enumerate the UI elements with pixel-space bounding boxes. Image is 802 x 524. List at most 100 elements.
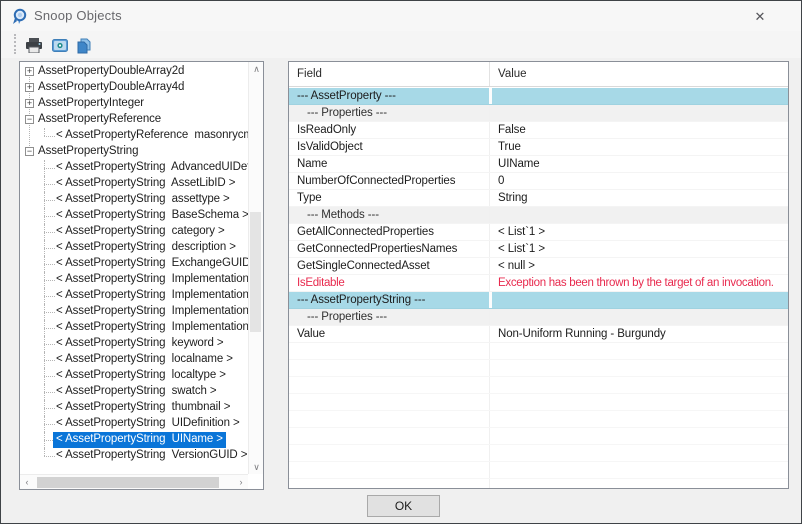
- tree-item[interactable]: < AssetPropertyString localname >: [20, 352, 248, 368]
- expand-icon[interactable]: +: [25, 67, 34, 76]
- field-cell: --- AssetPropertyString ---: [289, 292, 489, 308]
- image-icon: [52, 39, 68, 52]
- grid-row[interactable]: GetAllConnectedProperties< List`1 >: [289, 224, 788, 241]
- field-cell: [289, 479, 489, 488]
- print-button[interactable]: [23, 34, 45, 55]
- field-cell: [289, 411, 489, 427]
- scroll-right-icon[interactable]: ›: [234, 475, 248, 490]
- tree-item[interactable]: < AssetPropertyString UIDefinition >: [20, 416, 248, 432]
- tree-item[interactable]: +AssetPropertyDoubleArray4d: [20, 80, 248, 96]
- collapse-icon[interactable]: −: [25, 147, 34, 156]
- grid-empty-row: [289, 377, 788, 394]
- grid-empty-row: [289, 360, 788, 377]
- grid-row[interactable]: ValueNon-Uniform Running - Burgundy: [289, 326, 788, 343]
- tree-item[interactable]: +AssetPropertyDoubleArray2d: [20, 64, 248, 80]
- scroll-down-icon[interactable]: ∨: [249, 460, 264, 474]
- field-cell: IsReadOnly: [289, 122, 489, 138]
- tree-item[interactable]: < AssetPropertyString localtype >: [20, 368, 248, 384]
- tree-item[interactable]: < AssetPropertyReference masonrycmu: [20, 128, 248, 144]
- snoop-objects-window: Snoop Objects ✕: [0, 0, 802, 524]
- tree-item[interactable]: < AssetPropertyString thumbnail >: [20, 400, 248, 416]
- value-cell: [489, 309, 788, 325]
- vertical-scroll-thumb[interactable]: [250, 212, 261, 332]
- value-cell: [489, 479, 788, 488]
- snoop-app-icon: [11, 8, 28, 25]
- grid-row[interactable]: GetSingleConnectedAsset< null >: [289, 258, 788, 275]
- horizontal-scroll-thumb[interactable]: [37, 477, 219, 488]
- field-cell: Value: [289, 326, 489, 342]
- grid-row[interactable]: --- AssetPropertyString ---: [289, 292, 788, 309]
- grid-empty-row: [289, 343, 788, 360]
- value-cell: False: [489, 122, 788, 138]
- grid-row[interactable]: --- Methods ---: [289, 207, 788, 224]
- tree-item[interactable]: < AssetPropertyString keyword >: [20, 336, 248, 352]
- tree-item[interactable]: < AssetPropertyString AdvancedUIDefi: [20, 160, 248, 176]
- grid-row[interactable]: GetConnectedPropertiesNames< List`1 >: [289, 241, 788, 258]
- tree-item[interactable]: < AssetPropertyString ImplementationG: [20, 272, 248, 288]
- field-cell: [289, 428, 489, 444]
- grid-empty-row: [289, 462, 788, 479]
- grid-row[interactable]: IsValidObjectTrue: [289, 139, 788, 156]
- grid-row[interactable]: TypeString: [289, 190, 788, 207]
- value-cell: < null >: [489, 258, 788, 274]
- grid-rows: --- AssetProperty ------ Properties ---I…: [289, 88, 788, 488]
- expand-icon[interactable]: +: [25, 83, 34, 92]
- grid-row[interactable]: NumberOfConnectedProperties0: [289, 173, 788, 190]
- tree-vertical-scrollbar[interactable]: ∧ ∨: [248, 62, 263, 474]
- grid-row[interactable]: --- Properties ---: [289, 309, 788, 326]
- column-header-field[interactable]: Field: [289, 62, 489, 86]
- value-cell: [489, 88, 788, 104]
- collapse-icon[interactable]: −: [25, 115, 34, 124]
- scroll-up-icon[interactable]: ∧: [249, 62, 264, 76]
- value-cell: UIName: [489, 156, 788, 172]
- tree-item[interactable]: < AssetPropertyString description >: [20, 240, 248, 256]
- field-cell: [289, 462, 489, 478]
- tree-item[interactable]: < AssetPropertyString ImplementationC: [20, 304, 248, 320]
- tree-item[interactable]: −AssetPropertyReference: [20, 112, 248, 128]
- field-cell: --- Methods ---: [289, 207, 489, 223]
- tree-item[interactable]: < AssetPropertyString ImplementationP: [20, 320, 248, 336]
- tree-item-label: < AssetPropertyString AssetLibID >: [53, 176, 238, 192]
- tree-item[interactable]: < AssetPropertyString swatch >: [20, 384, 248, 400]
- grid-row[interactable]: IsEditableException has been thrown by t…: [289, 275, 788, 292]
- field-cell: --- AssetProperty ---: [289, 88, 489, 104]
- tree-item-label: < AssetPropertyString ImplementationM: [53, 288, 248, 304]
- grid-row[interactable]: NameUIName: [289, 156, 788, 173]
- field-cell: [289, 394, 489, 410]
- capture-image-button[interactable]: [49, 34, 71, 55]
- tree-item-label: AssetPropertyReference: [35, 112, 164, 128]
- grid-row[interactable]: IsReadOnlyFalse: [289, 122, 788, 139]
- tree-item-label: < AssetPropertyString keyword >: [53, 336, 226, 352]
- close-icon[interactable]: ✕: [749, 7, 771, 26]
- column-header-value[interactable]: Value: [489, 62, 788, 86]
- tree-item[interactable]: < AssetPropertyString AssetLibID >: [20, 176, 248, 192]
- tree-item[interactable]: −AssetPropertyString: [20, 144, 248, 160]
- copy-button[interactable]: [73, 34, 95, 55]
- tree-item-label: AssetPropertyDoubleArray2d: [35, 64, 187, 80]
- value-cell: Non-Uniform Running - Burgundy: [489, 326, 788, 342]
- tree-item[interactable]: < AssetPropertyString ImplementationM: [20, 288, 248, 304]
- tree-item[interactable]: < AssetPropertyString UIName >: [20, 432, 248, 448]
- tree-item-label: < AssetPropertyString thumbnail >: [53, 400, 233, 416]
- tree-item[interactable]: +AssetPropertyInteger: [20, 96, 248, 112]
- tree-item[interactable]: < AssetPropertyString BaseSchema >: [20, 208, 248, 224]
- grid-row[interactable]: --- AssetProperty ---: [289, 88, 788, 105]
- ok-button[interactable]: OK: [367, 495, 440, 517]
- scroll-left-icon[interactable]: ‹: [20, 475, 34, 490]
- expand-icon[interactable]: +: [25, 99, 34, 108]
- tree-item[interactable]: < AssetPropertyString assettype >: [20, 192, 248, 208]
- value-cell: [489, 377, 788, 393]
- grid-row[interactable]: --- Properties ---: [289, 105, 788, 122]
- tree-item-label: < AssetPropertyString VersionGUID >: [53, 448, 248, 464]
- property-grid: Field Value --- AssetProperty ------ Pro…: [288, 61, 789, 489]
- tree-item-label: < AssetPropertyString localtype >: [53, 368, 229, 384]
- tree-item[interactable]: < AssetPropertyString category >: [20, 224, 248, 240]
- value-cell: 0: [489, 173, 788, 189]
- tree-item[interactable]: < AssetPropertyString ExchangeGUID: [20, 256, 248, 272]
- tree-horizontal-scrollbar[interactable]: ‹ ›: [20, 474, 248, 489]
- tree-item[interactable]: < AssetPropertyString VersionGUID >: [20, 448, 248, 464]
- value-cell: [489, 445, 788, 461]
- field-cell: [289, 343, 489, 359]
- value-cell: [489, 343, 788, 359]
- grid-empty-row: [289, 411, 788, 428]
